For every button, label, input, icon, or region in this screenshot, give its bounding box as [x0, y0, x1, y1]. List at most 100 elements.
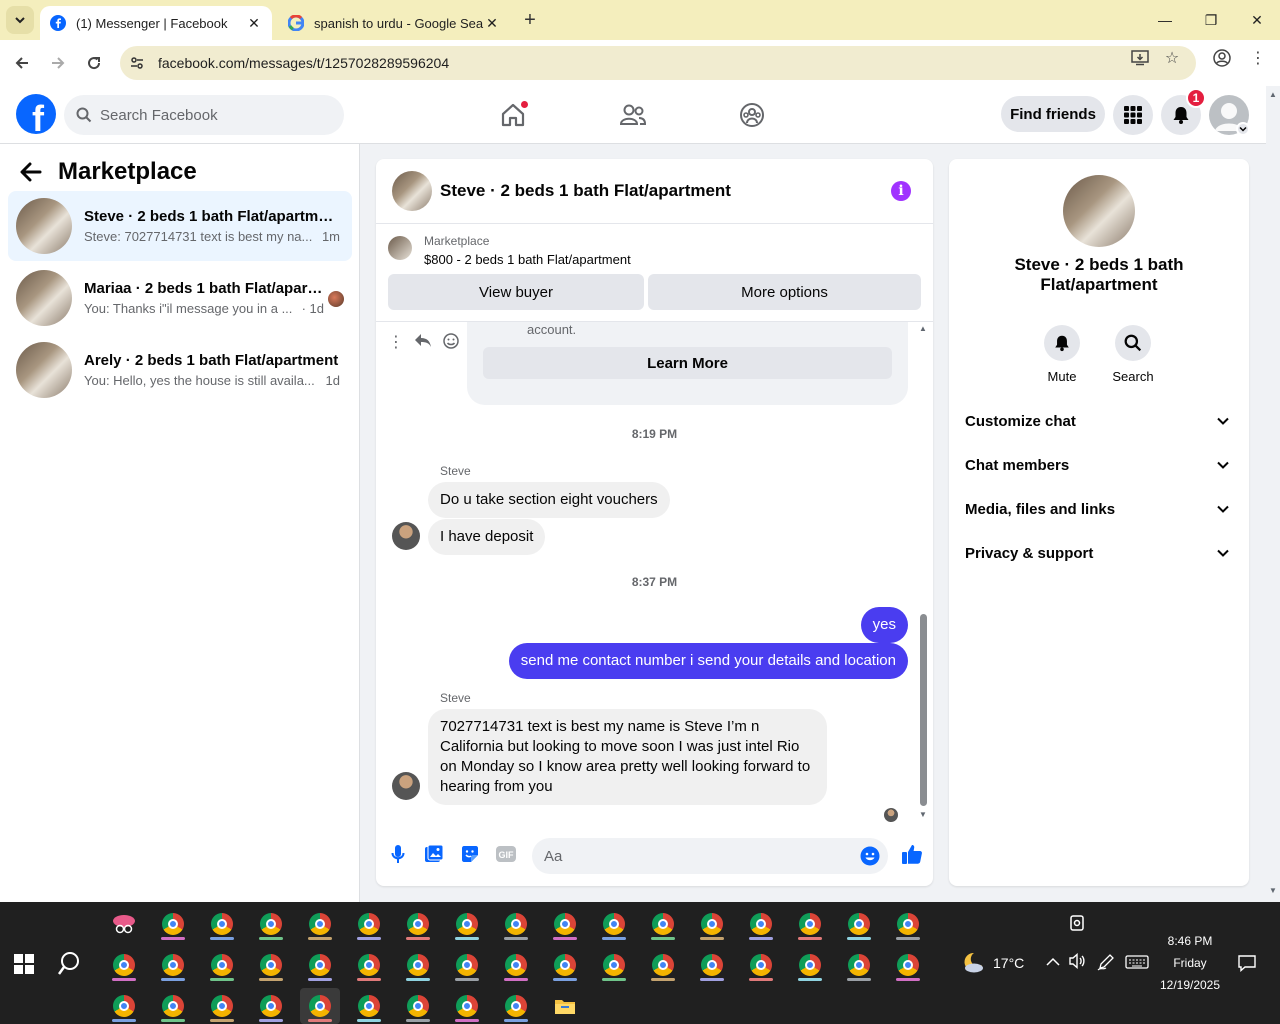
clock-time[interactable]: 8:46 PM [1150, 934, 1230, 948]
chrome-window-app[interactable] [398, 906, 438, 942]
site-info-icon[interactable] [120, 46, 154, 80]
weather-temperature[interactable]: 17°C [993, 955, 1024, 971]
listing-title[interactable]: $800 - 2 beds 1 bath Flat/apartment [424, 252, 631, 267]
details-avatar[interactable] [1063, 175, 1135, 247]
chrome-window-app[interactable] [398, 947, 438, 983]
start-button[interactable] [14, 954, 34, 974]
chrome-window-app[interactable] [349, 947, 389, 983]
account-chevron[interactable] [1236, 122, 1250, 136]
chrome-window-app[interactable] [888, 906, 928, 942]
chrome-window-app[interactable] [594, 947, 634, 983]
chrome-window-app[interactable] [104, 947, 144, 983]
keyboard-icon[interactable] [1125, 955, 1149, 972]
back-arrow-icon[interactable] [20, 162, 42, 182]
outgoing-message[interactable]: yes [860, 607, 908, 643]
friends-nav-button[interactable] [617, 99, 649, 131]
snipping-tool-app[interactable] [104, 906, 144, 942]
tab-search-button[interactable] [6, 6, 34, 34]
emoji-react-icon[interactable] [442, 332, 460, 350]
chevron-up-icon[interactable] [1046, 954, 1060, 970]
info-icon[interactable]: i [891, 181, 911, 201]
chrome-window-app[interactable] [251, 906, 291, 942]
outgoing-message[interactable]: send me contact number i send your detai… [508, 643, 908, 679]
customize-chat-section[interactable]: Customize chat [965, 399, 1233, 443]
chrome-window-app[interactable] [251, 947, 291, 983]
mute-button[interactable]: Mute [1027, 325, 1097, 384]
search-icon[interactable] [58, 950, 86, 978]
microphone-icon[interactable] [388, 844, 408, 864]
chrome-window-app[interactable] [349, 988, 389, 1024]
close-window-button[interactable]: ✕ [1234, 0, 1280, 40]
conversation-item[interactable]: Mariaa · 2 beds 1 bath Flat/apart... You… [8, 263, 352, 333]
chrome-window-app[interactable] [496, 988, 536, 1024]
facebook-logo[interactable]: f [16, 94, 56, 134]
pen-icon[interactable] [1097, 953, 1115, 974]
forward-button[interactable] [46, 51, 70, 75]
tab-messenger[interactable]: (1) Messenger | Facebook ✕ [40, 6, 272, 40]
sender-avatar[interactable] [392, 522, 420, 550]
back-button[interactable] [10, 51, 34, 75]
incoming-message[interactable]: Do u take section eight vouchers [428, 482, 670, 518]
minimize-button[interactable]: — [1142, 0, 1188, 40]
profile-icon[interactable] [1212, 48, 1232, 68]
chrome-window-app[interactable] [300, 988, 340, 1024]
scroll-down-icon[interactable]: ▼ [919, 810, 927, 819]
chrome-window-app[interactable] [692, 947, 732, 983]
chrome-window-app[interactable] [888, 947, 928, 983]
chrome-window-app[interactable] [741, 947, 781, 983]
chrome-window-app[interactable] [251, 988, 291, 1024]
find-friends-button[interactable]: Find friends [1001, 96, 1105, 132]
chrome-window-app[interactable] [643, 906, 683, 942]
chrome-window-app[interactable] [447, 906, 487, 942]
chrome-window-app[interactable] [202, 988, 242, 1024]
menu-dots-icon[interactable]: ⋮ [1248, 48, 1268, 68]
search-conversation-button[interactable]: Search [1098, 325, 1168, 384]
chat-title[interactable]: Steve · 2 beds 1 bath Flat/apartment [440, 181, 731, 201]
chrome-window-app[interactable] [153, 906, 193, 942]
learn-more-button[interactable]: Learn More [483, 347, 892, 379]
emoji-icon[interactable] [860, 846, 880, 866]
page-scrollbar[interactable]: ▲ ▼ [1266, 86, 1280, 902]
clock-date[interactable]: 12/19/2025 [1150, 978, 1230, 992]
chrome-window-app[interactable] [545, 947, 585, 983]
close-tab-icon[interactable]: ✕ [484, 15, 500, 31]
reply-icon[interactable] [414, 332, 432, 348]
groups-nav-button[interactable] [736, 99, 768, 131]
scroll-up-icon[interactable]: ▲ [919, 324, 927, 333]
like-thumb-icon[interactable] [900, 842, 924, 866]
chat-scrollbar[interactable] [920, 614, 927, 806]
chrome-window-app[interactable] [496, 947, 536, 983]
volume-icon[interactable] [1068, 952, 1086, 972]
bookmark-star-icon[interactable]: ☆ [1162, 48, 1182, 68]
media-files-section[interactable]: Media, files and links [965, 487, 1233, 531]
listing-thumbnail[interactable] [388, 236, 412, 260]
file-explorer-app[interactable] [545, 988, 585, 1024]
reload-button[interactable] [82, 51, 106, 75]
message-input[interactable]: Aa [532, 838, 888, 874]
chrome-window-app[interactable] [447, 988, 487, 1024]
chrome-window-app[interactable] [153, 947, 193, 983]
chrome-window-app[interactable] [839, 906, 879, 942]
chrome-window-app[interactable] [643, 947, 683, 983]
chrome-window-app[interactable] [349, 906, 389, 942]
incoming-message[interactable]: 7027714731 text is best my name is Steve… [428, 709, 827, 805]
sender-avatar[interactable] [392, 772, 420, 800]
view-buyer-button[interactable]: View buyer [388, 274, 644, 310]
close-tab-icon[interactable]: ✕ [246, 15, 262, 31]
chrome-window-app[interactable] [202, 906, 242, 942]
chrome-window-app[interactable] [496, 906, 536, 942]
privacy-support-section[interactable]: Privacy & support [965, 531, 1233, 575]
facebook-search-input[interactable]: Search Facebook [64, 95, 344, 135]
restore-button[interactable]: ❐ [1188, 0, 1234, 40]
chrome-window-app[interactable] [692, 906, 732, 942]
chrome-window-app[interactable] [300, 947, 340, 983]
incoming-message[interactable]: I have deposit [428, 519, 546, 555]
sticker-icon[interactable] [460, 844, 480, 864]
chat-avatar[interactable] [392, 171, 432, 211]
notification-center-icon[interactable] [1238, 954, 1256, 975]
address-bar[interactable]: facebook.com/messages/t/1257028289596204 [120, 46, 1196, 80]
chrome-window-app[interactable] [790, 947, 830, 983]
chrome-window-app[interactable] [104, 988, 144, 1024]
chrome-window-app[interactable] [594, 906, 634, 942]
scroll-down-icon[interactable]: ▼ [1269, 886, 1277, 895]
